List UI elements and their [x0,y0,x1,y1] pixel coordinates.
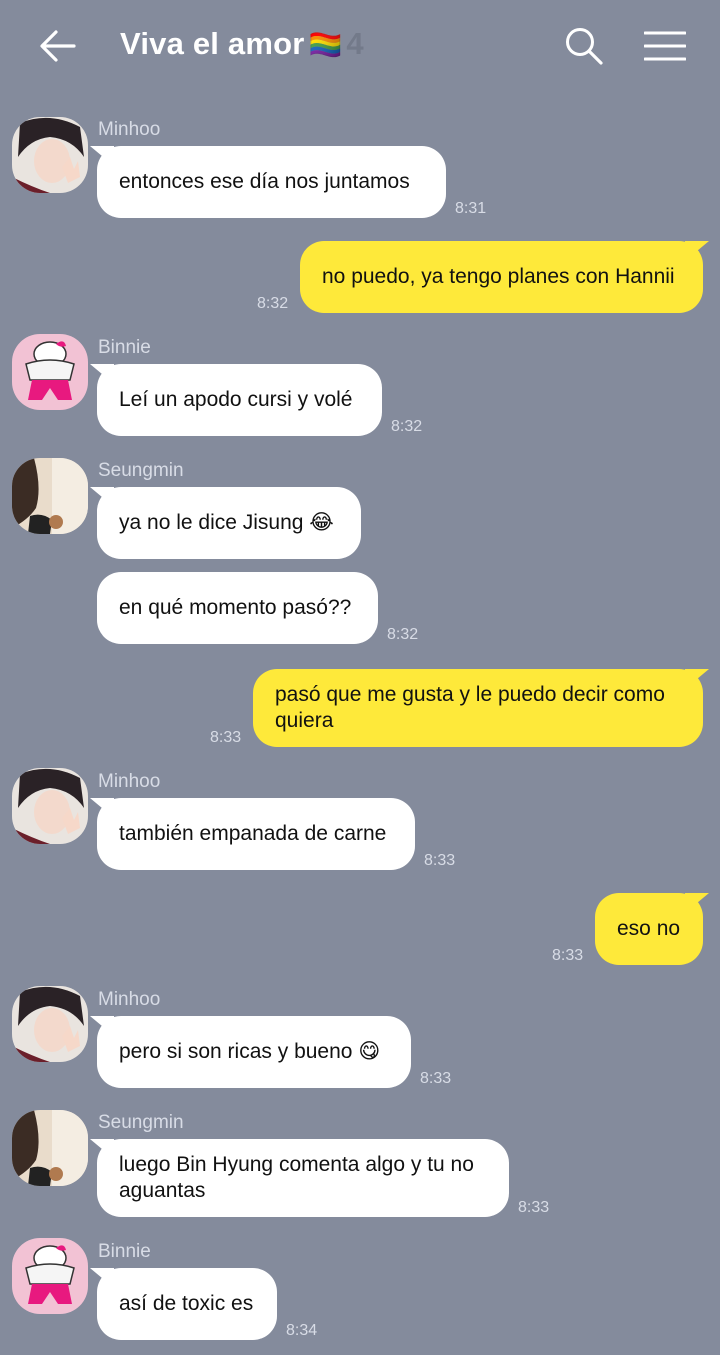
message-text: entonces ese día nos juntamos [119,170,410,193]
message-time: 8:31 [455,200,487,217]
message-bubble[interactable]: eso no [595,893,703,965]
sender-name: Binnie [98,337,151,358]
back-arrow-icon[interactable] [36,24,80,68]
avatar-binnie[interactable] [12,1238,88,1314]
avatar-seungmin[interactable] [12,458,88,534]
chat-header: Viva el amor 🏳️‍🌈 4 [0,0,720,92]
rainbow-flag-icon: 🏳️‍🌈 [308,30,343,60]
message-time: 8:33 [518,1199,550,1216]
sender-name: Seungmin [98,1112,184,1133]
laughing-emoji-icon: 😂 [309,511,334,534]
avatar-minhoo[interactable] [12,117,88,193]
message-time: 8:32 [391,418,423,435]
message-bubble[interactable]: también empanada de carne [97,798,415,870]
message-bubble[interactable]: Leí un apodo cursi y volé [97,364,382,436]
message-text: pero si son ricas y bueno [119,1040,353,1063]
message-bubble[interactable]: pasó que me gusta y le puedo decir como … [253,669,703,747]
message-time: 8:32 [257,295,289,312]
chat-title: Viva el amor [120,26,305,61]
message-text-line: luego Bin Hyung comenta algo y tu no [119,1153,474,1176]
message-text: eso no [617,917,681,940]
message-bubble[interactable]: entonces ese día nos juntamos [97,146,446,218]
member-count: 4 [346,26,364,61]
message-bubble[interactable]: en qué momento pasó?? [97,572,378,644]
message-bubble[interactable]: luego Bin Hyung comenta algo y tu no agu… [97,1139,509,1217]
message-text-line: aguantas [119,1179,206,1202]
message-time: 8:34 [286,1322,318,1339]
message-time: 8:33 [424,852,456,869]
avatar-minhoo[interactable] [12,768,88,844]
sender-name: Binnie [98,1241,151,1262]
message-bubble[interactable]: no puedo, ya tengo planes con Hannii [300,241,703,313]
message-time: 8:33 [552,947,584,964]
message-text: Leí un apodo cursi y volé [119,388,353,411]
avatar-binnie[interactable] [12,334,88,410]
message-bubble[interactable]: así de toxic es [97,1268,277,1340]
message-time: 8:33 [210,729,242,746]
message-text: ya no le dice Jisung [119,511,304,534]
message-bubble[interactable]: ya no le dice Jisung 😂 [97,487,361,559]
message-text: también empanada de carne [119,822,387,845]
sender-name: Seungmin [98,460,184,481]
sender-name: Minhoo [98,119,161,140]
hamburger-menu-icon[interactable] [644,30,686,62]
message-text-line: pasó que me gusta y le puedo decir como [275,683,665,706]
message-text: así de toxic es [119,1292,254,1315]
message-text-line: quiera [275,709,334,732]
message-bubble[interactable]: pero si son ricas y bueno 😋 [97,1016,411,1088]
sender-name: Minhoo [98,771,161,792]
message-time: 8:33 [420,1070,452,1087]
message-text: en qué momento pasó?? [119,596,352,619]
chat-title-area: Viva el amor 🏳️‍🌈 4 [120,26,364,62]
sender-name: Minhoo [98,989,161,1010]
search-icon[interactable] [564,26,604,66]
message-time: 8:32 [387,626,419,643]
avatar-seungmin[interactable] [12,1110,88,1186]
message-text: no puedo, ya tengo planes con Hannii [322,265,675,288]
yum-emoji-icon: 😋 [358,1040,381,1063]
avatar-minhoo[interactable] [12,986,88,1062]
